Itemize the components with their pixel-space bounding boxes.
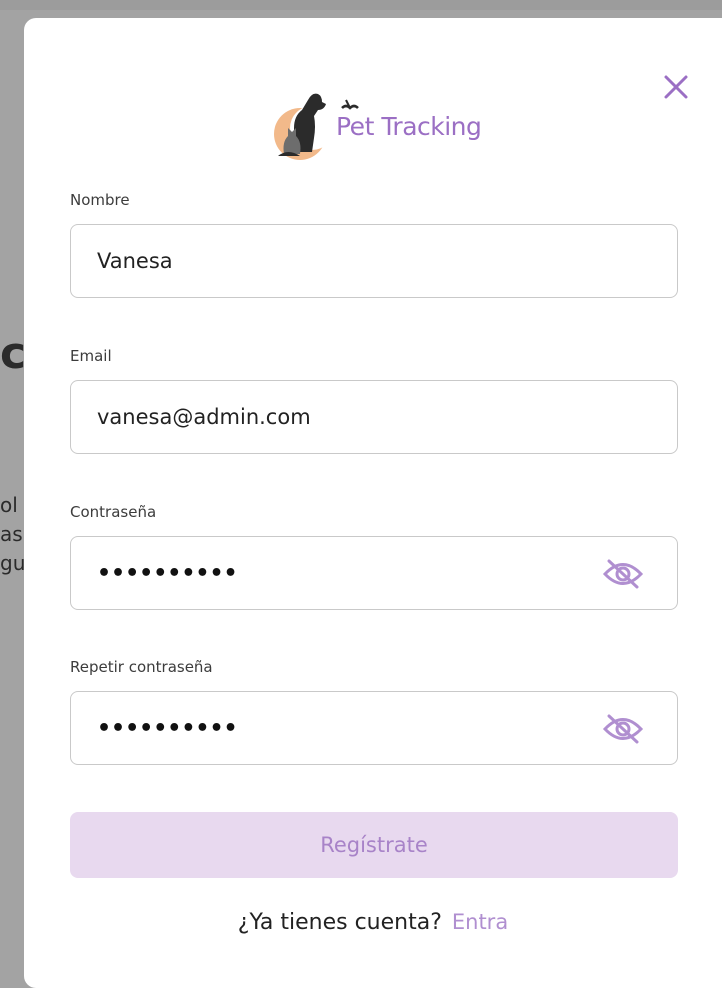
background-text-fragment: gu bbox=[0, 551, 26, 575]
register-modal: Pet Tracking Nombre Email Contraseña •••… bbox=[24, 18, 722, 988]
password-value[interactable]: •••••••••• bbox=[97, 563, 238, 585]
eye-slash-icon bbox=[602, 714, 644, 744]
password-label: Contraseña bbox=[70, 503, 157, 521]
background-heading-fragment: c bbox=[0, 328, 27, 379]
background-text-fragment: as bbox=[0, 522, 23, 546]
toggle-repeat-password-visibility-button[interactable] bbox=[601, 712, 645, 746]
login-prompt-text: ¿Ya tienes cuenta? bbox=[237, 910, 442, 935]
name-label: Nombre bbox=[70, 191, 130, 209]
eye-slash-icon bbox=[602, 559, 644, 589]
app-logo: Pet Tracking bbox=[264, 82, 494, 164]
repeat-password-label: Repetir contraseña bbox=[70, 658, 213, 676]
background-text-fragment: ol bbox=[0, 493, 18, 517]
login-prompt: ¿Ya tienes cuenta? Entra bbox=[24, 910, 722, 935]
login-link[interactable]: Entra bbox=[452, 910, 508, 934]
repeat-password-field[interactable]: •••••••••• bbox=[70, 691, 678, 765]
register-button[interactable]: Regístrate bbox=[70, 812, 678, 878]
logo-text: Pet Tracking bbox=[336, 112, 482, 141]
close-icon bbox=[664, 75, 688, 99]
close-button[interactable] bbox=[661, 72, 691, 102]
email-input[interactable] bbox=[97, 381, 597, 453]
email-label: Email bbox=[70, 347, 112, 365]
name-field[interactable] bbox=[70, 224, 678, 298]
email-field[interactable] bbox=[70, 380, 678, 454]
toggle-password-visibility-button[interactable] bbox=[601, 557, 645, 591]
name-input[interactable] bbox=[97, 225, 597, 297]
repeat-password-value[interactable]: •••••••••• bbox=[97, 718, 238, 740]
password-field[interactable]: •••••••••• bbox=[70, 536, 678, 610]
